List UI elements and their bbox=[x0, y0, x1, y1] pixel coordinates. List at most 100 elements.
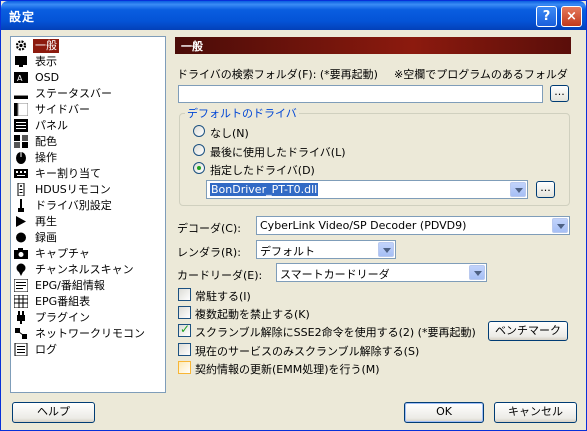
log-icon bbox=[14, 343, 28, 356]
sidebar-item-statusbar[interactable]: ステータスバー bbox=[14, 86, 164, 102]
sidebar-item-hdus-remote[interactable]: HDUSリモコン bbox=[14, 182, 164, 198]
sidebar-item-label: 配色 bbox=[35, 135, 57, 148]
sidebar-item-label: パネル bbox=[35, 119, 68, 132]
sidebar-item-label: キャプチャ bbox=[35, 247, 90, 260]
title-bar[interactable]: 設定 ? × bbox=[1, 1, 586, 30]
checkbox-current-service-only-label: 現在のサービスのみスクランブル解除する(S) bbox=[195, 345, 420, 358]
mouse-icon bbox=[16, 152, 26, 164]
plugin-icon bbox=[17, 311, 25, 324]
sidebar-item-osd[interactable]: A OSD bbox=[14, 70, 164, 86]
sidebar-item-log[interactable]: ログ bbox=[14, 342, 164, 358]
card-reader-select[interactable]: スマートカードリーダ bbox=[276, 263, 487, 282]
svg-text:A: A bbox=[17, 74, 23, 83]
sidebar-item-epg-table[interactable]: EPG番組表 bbox=[14, 294, 164, 310]
driver-folder-label: ドライバの検索フォルダ(F): (*要再起動) bbox=[177, 68, 378, 81]
window-title: 設定 bbox=[9, 10, 36, 24]
settings-dialog: 設定 ? × 一般 表示 A OSD ステータスバー サイドバー パネル 配色 … bbox=[0, 0, 587, 431]
sidebar-item-label: 録画 bbox=[35, 231, 57, 244]
sidebar-item-label: 再生 bbox=[35, 215, 57, 228]
sidebar-item-label: EPG番組表 bbox=[35, 295, 91, 308]
radio-specified-label: 指定したドライバ(D) bbox=[210, 164, 315, 177]
panel-icon bbox=[14, 119, 28, 132]
help-button[interactable]: ヘルプ bbox=[12, 402, 95, 423]
checkbox-sse2[interactable] bbox=[178, 322, 191, 337]
camera-icon bbox=[14, 248, 28, 259]
checkbox-current-service-only[interactable] bbox=[178, 343, 191, 356]
driver-folder-browse-button[interactable]: ... bbox=[550, 85, 569, 102]
driver-browse-button[interactable]: ... bbox=[536, 181, 555, 198]
driver-folder-hint: ※空欄でプログラムのあるフォルダ bbox=[394, 68, 568, 81]
network-icon bbox=[15, 328, 27, 339]
renderer-select[interactable]: デフォルト bbox=[256, 240, 396, 259]
sidebar-item-colors[interactable]: 配色 bbox=[14, 134, 164, 150]
remote-icon bbox=[17, 183, 25, 196]
radio-none[interactable] bbox=[193, 125, 205, 137]
sidebar-item-display[interactable]: 表示 bbox=[14, 54, 164, 70]
card-reader-label: カードリーダ(E): bbox=[177, 269, 263, 282]
scan-icon bbox=[16, 263, 26, 276]
radio-last-used-label: 最後に使用したドライバ(L) bbox=[210, 146, 346, 159]
sidebar-item-network-remote[interactable]: ネットワークリモコン bbox=[14, 326, 164, 342]
chevron-down-icon[interactable] bbox=[552, 218, 568, 233]
sidebar-item-channel-scan[interactable]: チャンネルスキャン bbox=[14, 262, 164, 278]
sidebar-item-playback[interactable]: 再生 bbox=[14, 214, 164, 230]
checkbox-resident[interactable] bbox=[178, 288, 191, 301]
checkbox-single-instance-label: 複数起動を禁止する(K) bbox=[195, 308, 310, 321]
sidebar-item-label: EPG/番組情報 bbox=[35, 279, 105, 292]
radio-none-label: なし(N) bbox=[210, 127, 249, 140]
driver-folder-input[interactable] bbox=[178, 85, 543, 103]
statusbar-icon bbox=[14, 95, 28, 99]
sidebar-item-general[interactable]: 一般 bbox=[14, 38, 164, 54]
radio-specified[interactable] bbox=[193, 162, 205, 174]
default-driver-group-title: デフォルトのドライバ bbox=[185, 105, 299, 121]
chevron-down-icon[interactable] bbox=[378, 242, 394, 257]
sidebar-item-label: 一般 bbox=[33, 39, 59, 53]
osd-icon: A bbox=[14, 72, 28, 83]
checkbox-emm-update-label: 契約情報の更新(EMM処理)を行う(M) bbox=[195, 363, 380, 376]
sidebar-item-label: 表示 bbox=[35, 55, 57, 68]
sidebar-item-panel[interactable]: パネル bbox=[14, 118, 164, 134]
sidebar-item-label: ログ bbox=[35, 343, 57, 356]
checkbox-resident-label: 常駐する(I) bbox=[195, 290, 251, 303]
sidebar-item-label: ドライバ別設定 bbox=[35, 199, 112, 212]
cancel-button[interactable]: キャンセル bbox=[494, 402, 577, 423]
ok-button[interactable]: OK bbox=[404, 402, 484, 423]
sidebar-item-label: ネットワークリモコン bbox=[35, 327, 145, 340]
sidebar-item-record[interactable]: 録画 bbox=[14, 230, 164, 246]
close-button[interactable]: × bbox=[561, 6, 582, 27]
section-header: 一般 bbox=[175, 37, 571, 54]
sidebar-item-driver-settings[interactable]: ドライバ別設定 bbox=[14, 198, 164, 214]
sidebar-item-capture[interactable]: キャプチャ bbox=[14, 246, 164, 262]
checkbox-emm-update[interactable] bbox=[178, 361, 191, 374]
sidebar-item-label: サイドバー bbox=[35, 103, 90, 116]
driver-select[interactable]: BonDriver_PT-T0.dll bbox=[206, 180, 528, 199]
sidebar-item-plugins[interactable]: プラグイン bbox=[14, 310, 164, 326]
sidebar-item-epg-info[interactable]: EPG/番組情報 bbox=[14, 278, 164, 294]
radio-last-used[interactable] bbox=[193, 144, 205, 156]
checkbox-single-instance[interactable] bbox=[178, 306, 191, 319]
record-icon bbox=[16, 232, 26, 243]
sidebar-item-sidebar[interactable]: サイドバー bbox=[14, 102, 164, 118]
decoder-select[interactable]: CyberLink Video/SP Decoder (PDVD9) bbox=[256, 216, 570, 235]
decoder-select-value: CyberLink Video/SP Decoder (PDVD9) bbox=[260, 219, 467, 232]
driver-select-value: BonDriver_PT-T0.dll bbox=[210, 183, 319, 196]
sidebar-item-label: キー割り当て bbox=[35, 167, 101, 180]
checkbox-sse2-label: スクランブル解除にSSE2命令を使用する(2) (*要再起動) bbox=[195, 326, 476, 339]
card-reader-select-value: スマートカードリーダ bbox=[280, 268, 390, 281]
chevron-down-icon[interactable] bbox=[510, 182, 526, 197]
sidebar-item-key-assign[interactable]: キー割り当て bbox=[14, 166, 164, 182]
settings-category-list[interactable]: 一般 表示 A OSD ステータスバー サイドバー パネル 配色 操作 キー割り… bbox=[10, 36, 166, 393]
driver-icon bbox=[18, 199, 24, 212]
sidebar-item-operation[interactable]: 操作 bbox=[14, 150, 164, 166]
section-title: 一般 bbox=[181, 40, 203, 53]
play-icon bbox=[16, 216, 26, 227]
epg-icon bbox=[14, 279, 28, 292]
monitor-icon bbox=[15, 56, 27, 67]
renderer-label: レンダラ(R): bbox=[177, 246, 241, 259]
decoder-label: デコーダ(C): bbox=[177, 222, 241, 235]
sidebar-item-label: OSD bbox=[35, 71, 60, 84]
benchmark-button[interactable]: ベンチマーク bbox=[488, 321, 568, 341]
chevron-down-icon[interactable] bbox=[469, 265, 485, 280]
help-question-button[interactable]: ? bbox=[536, 6, 557, 27]
sidebar-item-label: 操作 bbox=[35, 151, 57, 164]
